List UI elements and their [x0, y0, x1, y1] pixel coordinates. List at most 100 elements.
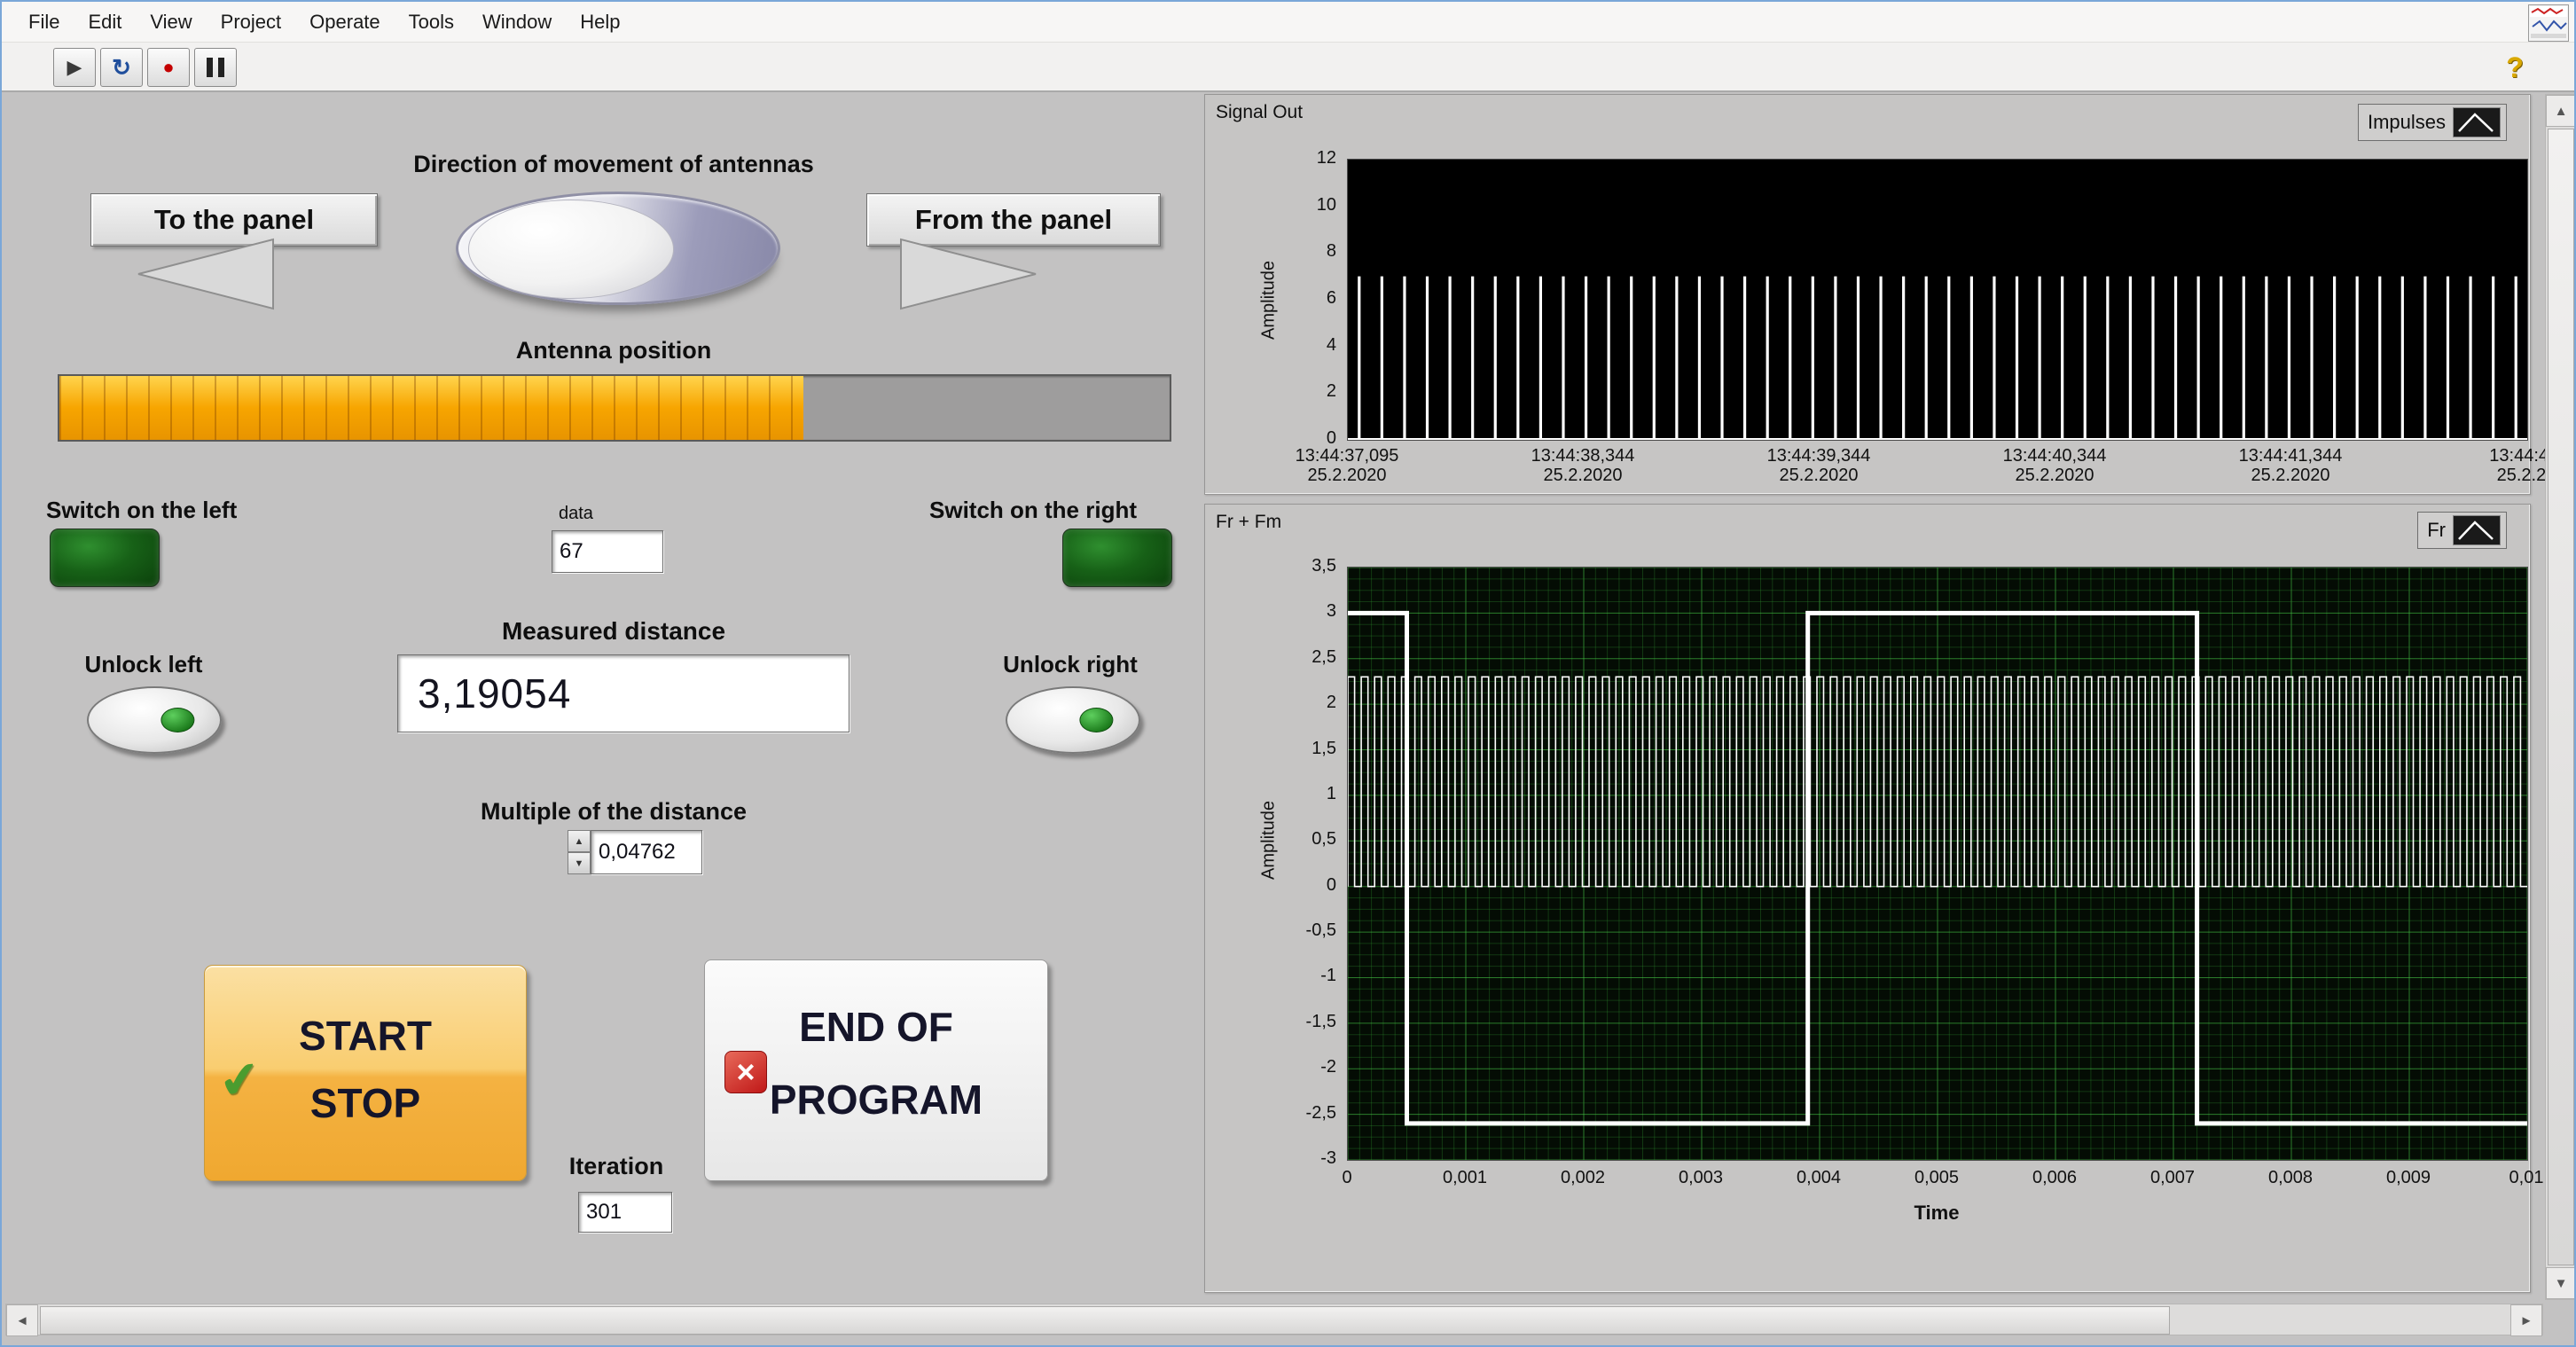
fr-fm-y-tick: -1 [1212, 966, 1336, 985]
fr-fm-x-tick: 0,008 [2237, 1168, 2344, 1187]
end-program-line2: PROGRAM [705, 1076, 1047, 1124]
impulses-legend[interactable]: Impulses [2358, 104, 2507, 141]
fr-fm-y-tick: -0,5 [1212, 920, 1336, 940]
unlock-right-button[interactable] [1006, 686, 1140, 754]
fr-fm-y-tick: 1,5 [1212, 739, 1336, 758]
fr-legend-icon [2453, 515, 2501, 545]
v-scroll-thumb[interactable] [2548, 129, 2574, 1265]
menu-item-edit[interactable]: Edit [74, 3, 136, 42]
abort-button[interactable]: ● [147, 48, 190, 87]
menu-item-view[interactable]: View [136, 3, 206, 42]
menu-item-window[interactable]: Window [468, 3, 566, 42]
switch-right-label: Switch on the right [929, 497, 1137, 524]
menu-item-project[interactable]: Project [207, 3, 295, 42]
scroll-right-icon: ► [2520, 1313, 2533, 1328]
signal-out-y-tick: 2 [1212, 381, 1336, 401]
signal-out-y-tick: 4 [1212, 335, 1336, 355]
fr-legend-label: Fr [2427, 519, 2446, 542]
signal-out-svg [1348, 160, 2527, 440]
data-label: data [559, 504, 593, 524]
multiple-distance-value: 0,04762 [599, 840, 676, 865]
fr-fm-y-tick: 3 [1212, 601, 1336, 621]
decrement-button[interactable]: ▼ [568, 852, 591, 874]
help-icon: ? [2506, 51, 2524, 84]
h-scroll-right-button[interactable]: ► [2510, 1304, 2542, 1336]
switch-left-led [50, 529, 160, 587]
signal-out-title: Signal Out [1216, 102, 1303, 123]
fr-fm-x-tick: 0,009 [2355, 1168, 2462, 1187]
menu-item-tools[interactable]: Tools [395, 3, 468, 42]
fr-fm-x-tick: 0,004 [1766, 1168, 1872, 1187]
switch-right-led [1062, 529, 1172, 587]
menu-item-file[interactable]: File [14, 3, 74, 42]
to-the-panel-label: To the panel [154, 204, 314, 236]
fr-fm-y-tick: -2 [1212, 1057, 1336, 1077]
start-stop-line2: STOP [205, 1079, 526, 1127]
labview-front-panel-window: FileEditViewProjectOperateToolsWindowHel… [0, 0, 2576, 1347]
end-of-program-button[interactable]: × END OF PROGRAM [704, 959, 1048, 1181]
fr-fm-x-tick: 0,007 [2119, 1168, 2226, 1187]
menu-bar: FileEditViewProjectOperateToolsWindowHel… [2, 2, 2574, 43]
run-continuous-button[interactable]: ↻ [100, 48, 143, 87]
spin-down-icon: ▼ [575, 858, 584, 869]
v-scroll-down-button[interactable]: ▼ [2546, 1267, 2576, 1299]
pause-button[interactable] [194, 48, 237, 87]
start-stop-button[interactable]: ✔ START STOP [204, 965, 527, 1181]
menu-item-help[interactable]: Help [566, 3, 634, 42]
vertical-scrollbar[interactable]: ▲ ▼ [2545, 94, 2575, 1300]
fr-fm-plot [1347, 567, 2528, 1161]
multiple-distance-field[interactable]: 0,04762 [591, 830, 702, 874]
switch-left-label: Switch on the left [46, 497, 237, 524]
direction-rocker-switch[interactable] [456, 192, 780, 305]
abort-icon: ● [162, 56, 174, 79]
signal-out-x-tick: 13:44:37,09525.2.2020 [1249, 446, 1445, 485]
fr-fm-x-tick: 0,006 [2001, 1168, 2108, 1187]
fr-fm-y-tick: 0 [1212, 875, 1336, 895]
fr-fm-y-tick: 1 [1212, 784, 1336, 803]
left-arrow-icon [137, 238, 275, 310]
fr-fm-y-tick: 2,5 [1212, 647, 1336, 667]
direction-label: Direction of movement of antennas [268, 151, 959, 178]
fr-fm-x-tick: 0 [1294, 1168, 1400, 1187]
antenna-position-label: Antenna position [170, 337, 1057, 364]
unlock-left-led-icon [161, 708, 194, 732]
time-axis-label: Time [1347, 1202, 2526, 1225]
run-continuous-icon: ↻ [112, 54, 131, 82]
signal-out-x-tick: 13:44:40,34425.2.2020 [1957, 446, 2152, 485]
run-button[interactable]: ▶ [53, 48, 96, 87]
fr-fm-y-tick: -3 [1212, 1148, 1336, 1168]
spinner-column: ▲ ▼ [568, 830, 591, 874]
unlock-right-label: Unlock right [964, 651, 1177, 678]
right-arrow-icon [899, 238, 1037, 310]
start-stop-line1: START [205, 1012, 526, 1060]
h-scroll-thumb[interactable] [40, 1306, 2170, 1335]
antenna-position-bar [58, 374, 1171, 442]
measured-distance-label: Measured distance [392, 617, 835, 646]
h-scroll-left-button[interactable]: ◄ [6, 1304, 38, 1336]
v-scroll-up-button[interactable]: ▲ [2546, 95, 2576, 127]
signal-out-chart: Signal Out Impulses Amplitude 1210864201… [1204, 94, 2531, 495]
menu-item-operate[interactable]: Operate [295, 3, 395, 42]
fr-fm-chart: Fr + Fm Fr Amplitude Time 3,532,521,510,… [1204, 504, 2531, 1293]
vi-icon-graphic [2529, 5, 2568, 41]
vi-icon[interactable] [2528, 4, 2569, 42]
menu-items: FileEditViewProjectOperateToolsWindowHel… [14, 3, 635, 42]
impulses-legend-label: Impulses [2368, 111, 2446, 134]
signal-out-x-tick: 13:44:38,34425.2.2020 [1485, 446, 1680, 485]
pause-icon [207, 58, 224, 77]
fr-fm-x-tick: 0,002 [1530, 1168, 1636, 1187]
fr-legend[interactable]: Fr [2417, 512, 2507, 549]
unlock-left-button[interactable] [87, 686, 222, 754]
signal-out-x-tick: 13:44:41,34425.2.2020 [2193, 446, 2388, 485]
run-icon: ▶ [67, 56, 82, 79]
increment-button[interactable]: ▲ [568, 830, 591, 852]
signal-out-y-tick: 8 [1212, 241, 1336, 261]
fr-fm-title: Fr + Fm [1216, 512, 1281, 533]
fr-fm-y-tick: -2,5 [1212, 1103, 1336, 1123]
context-help-button[interactable]: ? [2496, 50, 2533, 85]
fr-fm-x-tick: 0,001 [1412, 1168, 1518, 1187]
fr-fm-svg [1348, 568, 2527, 1160]
multiple-distance-control[interactable]: ▲ ▼ 0,04762 [568, 830, 702, 874]
horizontal-scrollbar[interactable]: ◄ ► [5, 1304, 2543, 1335]
signal-out-y-tick: 12 [1212, 148, 1336, 168]
